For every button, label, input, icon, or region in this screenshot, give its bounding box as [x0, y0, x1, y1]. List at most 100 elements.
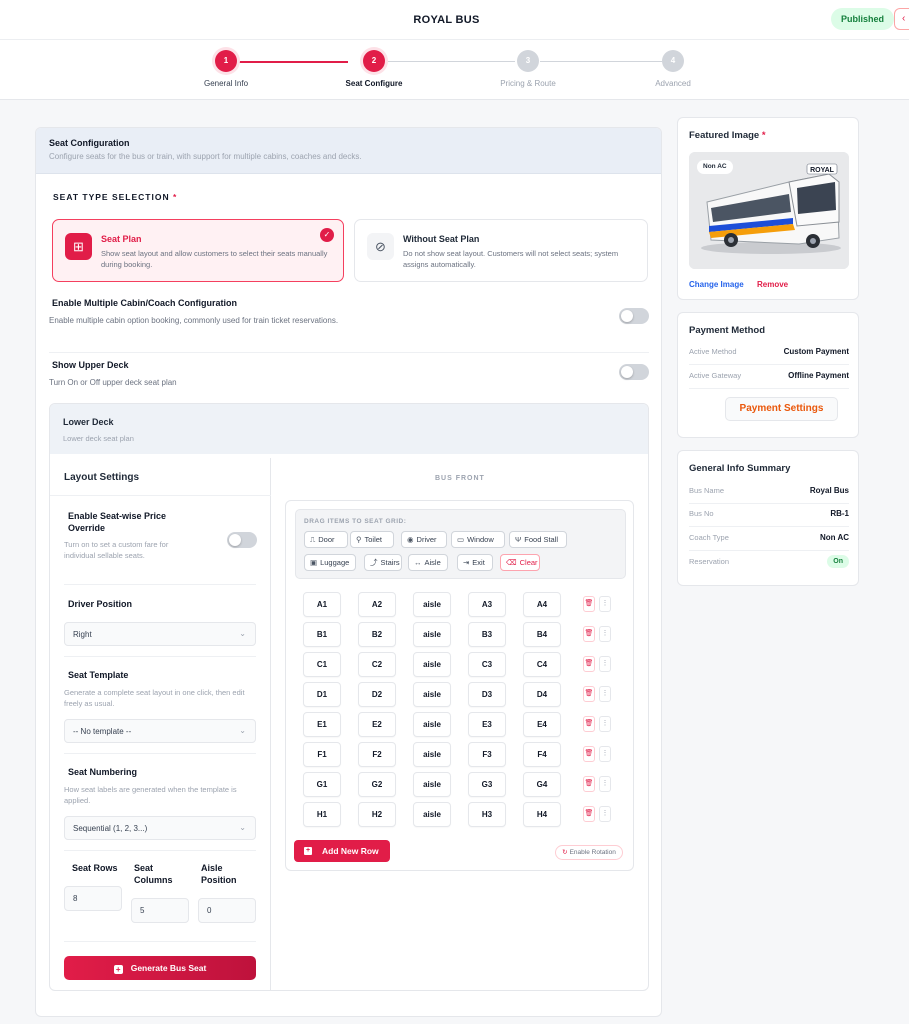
status-badge[interactable]: Published: [831, 8, 895, 30]
drag-handle-icon[interactable]: ⋮: [599, 776, 611, 792]
drag-handle-icon[interactable]: ⋮: [599, 596, 611, 612]
seat-numbering-select[interactable]: Sequential (1, 2, 3...) ⌄: [64, 816, 256, 840]
delete-row-icon[interactable]: 🗑: [583, 716, 595, 732]
seat-cell[interactable]: D2: [358, 682, 396, 707]
seat-cell[interactable]: G1: [303, 772, 341, 797]
price-override-toggle[interactable]: [227, 532, 257, 548]
option-seat-plan[interactable]: ⊞ Seat Plan Show seat layout and allow c…: [52, 219, 344, 282]
aisle-cell[interactable]: aisle: [413, 712, 451, 737]
change-image-link[interactable]: Change Image: [689, 280, 744, 289]
option-without-seat-plan[interactable]: ⊘ Without Seat Plan Do not show seat lay…: [354, 219, 648, 282]
drag-handle-icon[interactable]: ⋮: [599, 716, 611, 732]
seat-cell[interactable]: B1: [303, 622, 341, 647]
divider: [64, 656, 256, 657]
seat-cell[interactable]: E1: [303, 712, 341, 737]
seat-cell[interactable]: E4: [523, 712, 561, 737]
aisle-cell[interactable]: aisle: [413, 622, 451, 647]
generate-bus-seat-button[interactable]: + Generate Bus Seat: [64, 956, 256, 980]
palette-item-door[interactable]: ⎍ Door: [304, 531, 348, 548]
seat-rows-input[interactable]: 8: [64, 886, 122, 911]
seat-cell[interactable]: C2: [358, 652, 396, 677]
seat-cell[interactable]: F1: [303, 742, 341, 767]
palette-item-toilet[interactable]: ⚲ Toilet: [350, 531, 394, 548]
divider: [49, 352, 649, 353]
seat-cell[interactable]: G3: [468, 772, 506, 797]
seat-cell[interactable]: A2: [358, 592, 396, 617]
seat-type-label: SEAT TYPE SELECTION *: [53, 192, 177, 202]
palette-item-stairs[interactable]: ⤴ Stairs: [364, 554, 402, 571]
seat-cell[interactable]: C3: [468, 652, 506, 677]
step-pricing-route[interactable]: 3 Pricing & Route: [473, 50, 583, 88]
seat-cell[interactable]: A3: [468, 592, 506, 617]
seat-cell[interactable]: B3: [468, 622, 506, 647]
featured-bus-image: ROYAL Non AC: [689, 152, 849, 269]
palette-item-driver[interactable]: ◉ Driver: [401, 531, 447, 548]
seat-cell[interactable]: B4: [523, 622, 561, 647]
row-key: Active Method: [689, 347, 737, 356]
seat-cell[interactable]: C4: [523, 652, 561, 677]
aisle-cell[interactable]: aisle: [413, 772, 451, 797]
seat-cell[interactable]: E2: [358, 712, 396, 737]
palette-item-exit[interactable]: ⇥ Exit: [457, 554, 493, 571]
step-general-info[interactable]: 1 General Info: [171, 50, 281, 88]
delete-row-icon[interactable]: 🗑: [583, 596, 595, 612]
back-button[interactable]: ‹: [894, 8, 909, 30]
drag-handle-icon[interactable]: ⋮: [599, 656, 611, 672]
drag-handle-icon[interactable]: ⋮: [599, 806, 611, 822]
palette-item-luggage[interactable]: ▣ Luggage: [304, 554, 356, 571]
seat-cell[interactable]: H3: [468, 802, 506, 827]
seat-cell[interactable]: D4: [523, 682, 561, 707]
seat-cell[interactable]: F2: [358, 742, 396, 767]
aisle-cell[interactable]: aisle: [413, 682, 451, 707]
seat-cell[interactable]: H2: [358, 802, 396, 827]
seat-cell[interactable]: D3: [468, 682, 506, 707]
aisle-cell[interactable]: aisle: [413, 652, 451, 677]
deck-title: Lower Deck: [63, 417, 114, 427]
seat-cell[interactable]: H4: [523, 802, 561, 827]
upper-deck-toggle[interactable]: [619, 364, 649, 380]
step-advanced[interactable]: 4 Advanced: [618, 50, 728, 88]
aisle-position-input[interactable]: 0: [198, 898, 256, 923]
remove-image-link[interactable]: Remove: [757, 280, 788, 289]
palette-item-window[interactable]: ▭ Window: [451, 531, 505, 548]
aisle-cell[interactable]: aisle: [413, 742, 451, 767]
delete-row-icon[interactable]: 🗑: [583, 776, 595, 792]
seat-cell[interactable]: B2: [358, 622, 396, 647]
seat-cell[interactable]: C1: [303, 652, 341, 677]
enable-rotation-button[interactable]: ↻ Enable Rotation: [555, 845, 623, 860]
palette-item-label: Exit: [472, 558, 485, 567]
delete-row-icon[interactable]: 🗑: [583, 626, 595, 642]
palette-item-label: Luggage: [320, 558, 350, 567]
seat-cell[interactable]: F3: [468, 742, 506, 767]
seat-columns-input[interactable]: 5: [131, 898, 189, 923]
seat-cell[interactable]: E3: [468, 712, 506, 737]
seat-cell[interactable]: G2: [358, 772, 396, 797]
seat-cell[interactable]: A4: [523, 592, 561, 617]
seat-cell[interactable]: F4: [523, 742, 561, 767]
step-seat-configure[interactable]: 2 Seat Configure: [319, 50, 429, 88]
seat-cell[interactable]: D1: [303, 682, 341, 707]
delete-row-icon[interactable]: 🗑: [583, 686, 595, 702]
delete-row-icon[interactable]: 🗑: [583, 806, 595, 822]
multi-cabin-toggle[interactable]: [619, 308, 649, 324]
palette-item-aisle[interactable]: ↔ Aisle: [408, 554, 448, 571]
seat-cell[interactable]: G4: [523, 772, 561, 797]
delete-row-icon[interactable]: 🗑: [583, 656, 595, 672]
palette-item-label: Food Stall: [524, 535, 559, 544]
add-new-row-button[interactable]: + Add New Row: [294, 840, 390, 862]
delete-row-icon[interactable]: 🗑: [583, 746, 595, 762]
select-value: -- No template --: [73, 727, 132, 736]
drag-handle-icon[interactable]: ⋮: [599, 686, 611, 702]
drag-handle-icon[interactable]: ⋮: [599, 746, 611, 762]
aisle-cell[interactable]: aisle: [413, 802, 451, 827]
palette-item-clear[interactable]: ⌫ Clear: [500, 554, 540, 571]
driver-position-select[interactable]: Right ⌄: [64, 622, 256, 646]
drag-handle-icon[interactable]: ⋮: [599, 626, 611, 642]
seat-template-select[interactable]: -- No template -- ⌄: [64, 719, 256, 743]
palette-item-food-stall[interactable]: Ψ Food Stall: [509, 531, 567, 548]
aisle-cell[interactable]: aisle: [413, 592, 451, 617]
seat-rows-label: Seat Rows: [72, 863, 118, 873]
seat-cell[interactable]: A1: [303, 592, 341, 617]
payment-settings-button[interactable]: Payment Settings: [725, 397, 838, 421]
seat-cell[interactable]: H1: [303, 802, 341, 827]
